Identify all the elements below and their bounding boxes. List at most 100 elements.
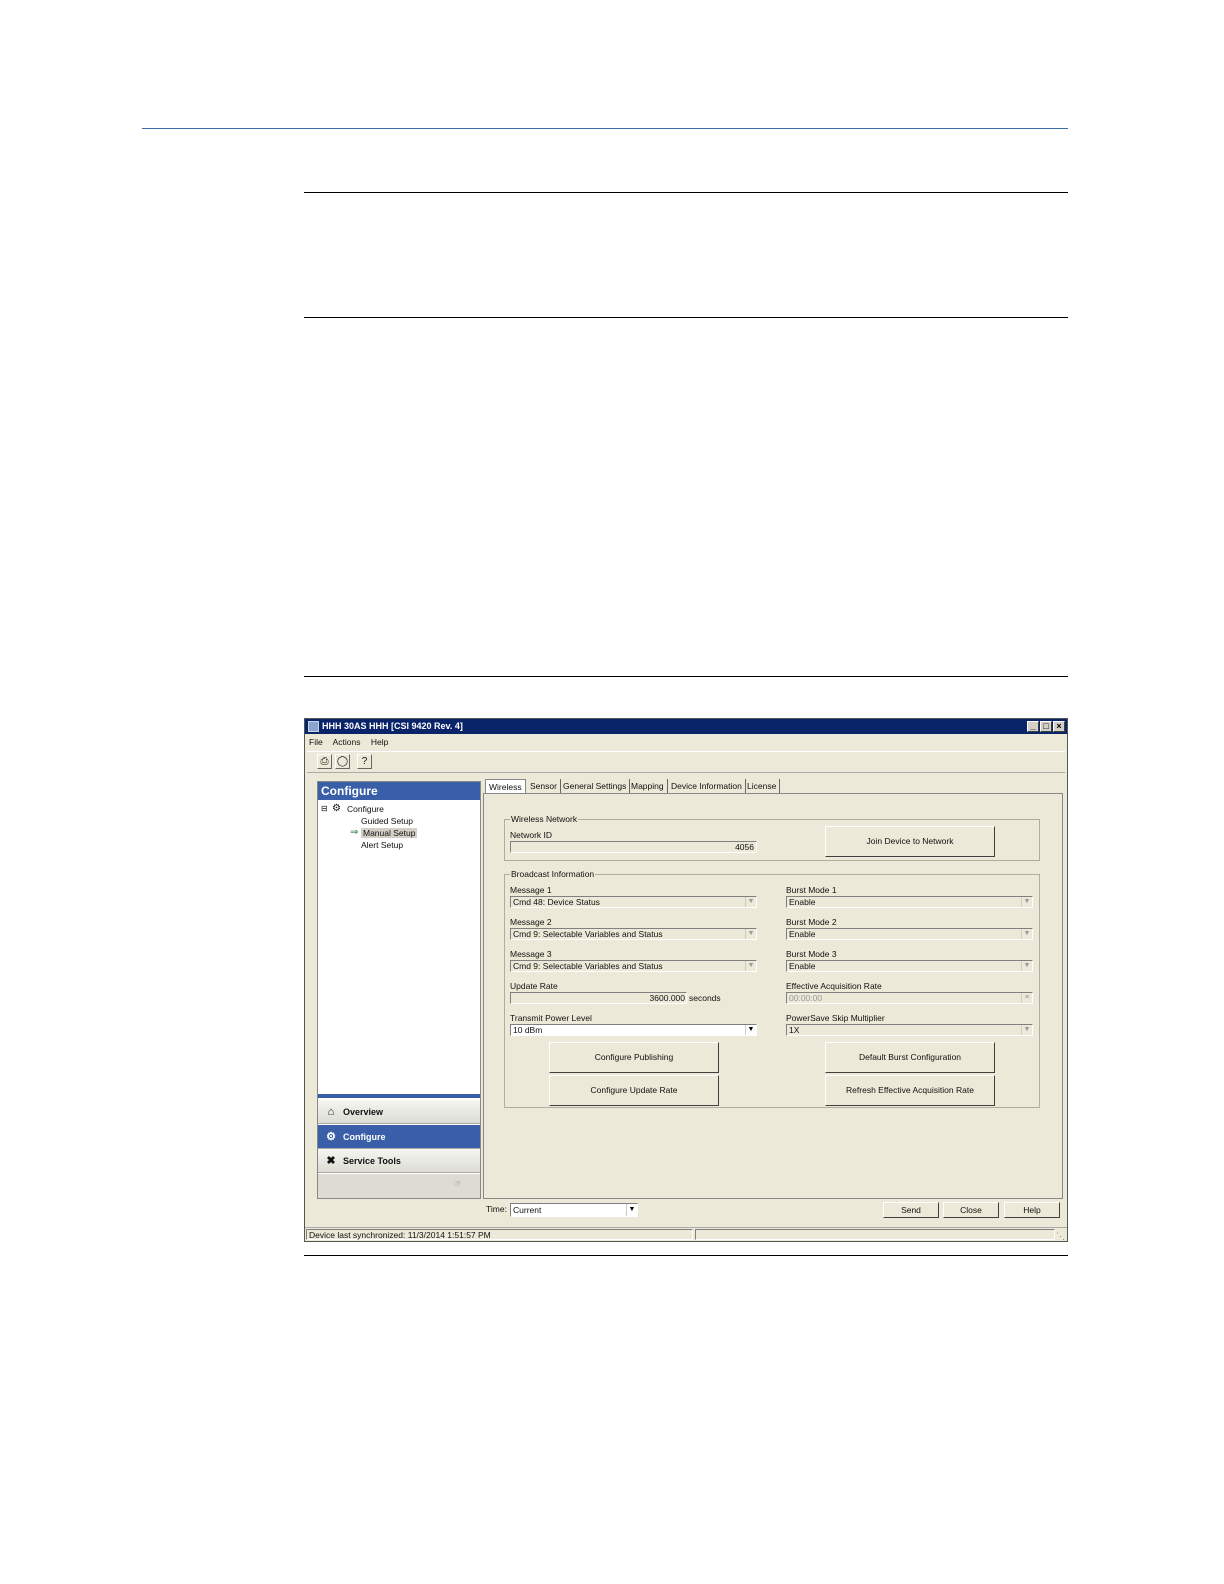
chevron-down-icon: ▼ xyxy=(745,1025,756,1035)
tx-power-select[interactable]: 10 dBm ▼ xyxy=(510,1024,757,1036)
tab-sensor[interactable]: Sensor xyxy=(527,779,561,793)
message3-value: Cmd 9: Selectable Variables and Status xyxy=(513,961,663,971)
resize-grip-icon[interactable]: ⋱ xyxy=(1056,1229,1065,1241)
tab-wireless[interactable]: Wireless xyxy=(485,779,526,794)
send-button[interactable]: Send xyxy=(883,1202,939,1218)
arrow-right-icon: ⇒ xyxy=(350,827,359,838)
refresh-eff-acq-button[interactable]: Refresh Effective Acquisition Rate xyxy=(825,1075,995,1106)
network-id-label: Network ID xyxy=(510,830,553,840)
nav-overview-button[interactable]: ⌂ Overview xyxy=(318,1100,480,1124)
update-rate-label: Update Rate xyxy=(510,981,558,991)
burst3-select[interactable]: Enable ▼ xyxy=(786,960,1033,972)
message3-select[interactable]: Cmd 9: Selectable Variables and Status ▼ xyxy=(510,960,757,972)
wireless-tab-panel: Wireless Network Network ID 4056 Join De… xyxy=(483,793,1063,1199)
default-burst-button[interactable]: Default Burst Configuration xyxy=(825,1042,995,1073)
tab-device-information[interactable]: Device Information xyxy=(668,779,746,793)
figure-bottom-rule xyxy=(304,1255,1068,1256)
tree-item-manual-setup[interactable]: Manual Setup xyxy=(361,828,418,838)
nav-service-tools-button[interactable]: ✖ Service Tools xyxy=(318,1149,480,1173)
tx-power-label: Transmit Power Level xyxy=(510,1013,592,1023)
nav-configure-button[interactable]: ⚙ Configure xyxy=(318,1125,480,1149)
broadcast-info-title: Broadcast Information xyxy=(510,869,596,879)
tab-license[interactable]: License xyxy=(744,779,781,793)
chevron-down-icon: ▼ xyxy=(1021,897,1032,907)
tree-expander-icon[interactable]: ⊟ xyxy=(321,804,328,813)
message1-value: Cmd 48: Device Status xyxy=(513,897,600,907)
header-rule xyxy=(142,128,1068,129)
eff-acq-field: 00:00:00 ≡ xyxy=(786,992,1033,1004)
title-bar: HHH 30AS HHH [CSI 9420 Rev. 4] _ □ × xyxy=(305,719,1067,734)
burst2-select[interactable]: Enable ▼ xyxy=(786,928,1033,940)
overview-icon: ⌂ xyxy=(327,1106,335,1118)
network-id-value: 4056 xyxy=(735,842,754,852)
menu-help[interactable]: Help xyxy=(371,737,388,747)
menu-actions[interactable]: Actions xyxy=(333,737,361,747)
app-icon xyxy=(308,721,319,732)
print-icon[interactable]: ⎙ xyxy=(317,754,332,769)
tree-root[interactable]: Configure xyxy=(347,804,384,814)
configure-publishing-button[interactable]: Configure Publishing xyxy=(549,1042,719,1073)
message1-select[interactable]: Cmd 48: Device Status ▼ xyxy=(510,896,757,908)
message2-select[interactable]: Cmd 9: Selectable Variables and Status ▼ xyxy=(510,928,757,940)
help-icon[interactable]: ? xyxy=(357,754,372,769)
status-cell-secondary xyxy=(695,1229,1055,1240)
tab-general-settings[interactable]: General Settings xyxy=(560,779,631,793)
time-label: Time: xyxy=(486,1204,507,1214)
message3-label: Message 3 xyxy=(510,949,552,959)
update-rate-unit: seconds xyxy=(689,993,721,1003)
burst1-label: Burst Mode 1 xyxy=(786,885,837,895)
configure-update-rate-button[interactable]: Configure Update Rate xyxy=(549,1075,719,1106)
burst1-select[interactable]: Enable ▼ xyxy=(786,896,1033,908)
chevron-down-icon: ▼ xyxy=(1021,929,1032,939)
powersave-value: 1X xyxy=(789,1025,800,1035)
pin-icon[interactable]: ☞ xyxy=(453,1179,462,1190)
pane-splitter[interactable] xyxy=(318,1094,480,1098)
network-id-field[interactable]: 4056 xyxy=(510,841,757,853)
tab-mapping[interactable]: Mapping xyxy=(628,779,668,793)
service-tools-icon: ✖ xyxy=(326,1155,336,1167)
close-window-button[interactable]: × xyxy=(1053,721,1065,732)
maximize-button[interactable]: □ xyxy=(1040,721,1052,732)
app-window: HHH 30AS HHH [CSI 9420 Rev. 4] _ □ × Fil… xyxy=(304,718,1068,1242)
status-bar: Device last synchronized: 11/3/2014 1:51… xyxy=(305,1227,1067,1241)
tree-item-alert-setup[interactable]: Alert Setup xyxy=(361,840,403,850)
print-preview-icon[interactable]: ◯ xyxy=(335,754,350,769)
toolbar: ⎙ ◯ ? xyxy=(307,751,1065,773)
time-select[interactable]: Current ▼ xyxy=(510,1203,638,1217)
burst2-label: Burst Mode 2 xyxy=(786,917,837,927)
chevron-down-icon: ▼ xyxy=(745,897,756,907)
chevron-down-icon: ▼ xyxy=(626,1204,637,1216)
chevron-down-icon: ▼ xyxy=(745,961,756,971)
burst1-value: Enable xyxy=(789,897,816,907)
chevron-down-icon: ▼ xyxy=(745,929,756,939)
spinner-icon: ≡ xyxy=(1021,993,1032,1003)
help-button[interactable]: Help xyxy=(1004,1202,1060,1218)
join-device-button[interactable]: Join Device to Network xyxy=(825,826,995,857)
tree-item-guided-setup[interactable]: Guided Setup xyxy=(361,816,413,826)
window-title: HHH 30AS HHH [CSI 9420 Rev. 4] xyxy=(322,721,463,731)
close-button[interactable]: Close xyxy=(943,1202,999,1218)
message1-label: Message 1 xyxy=(510,885,552,895)
update-rate-field[interactable]: 3600.000 xyxy=(510,992,687,1004)
menu-bar: File Actions Help xyxy=(309,737,396,749)
menu-file[interactable]: File xyxy=(309,737,323,747)
broadcast-info-group: Broadcast Information Message 1 Cmd 48: … xyxy=(504,869,1040,1108)
tx-power-value: 10 dBm xyxy=(513,1025,543,1035)
minimize-button[interactable]: _ xyxy=(1027,721,1039,732)
nav-service-tools-label: Service Tools xyxy=(343,1156,401,1166)
wireless-network-title: Wireless Network xyxy=(510,814,579,824)
message2-value: Cmd 9: Selectable Variables and Status xyxy=(513,929,663,939)
chevron-down-icon: ▼ xyxy=(1021,961,1032,971)
nav-configure-label: Configure xyxy=(343,1132,386,1142)
eff-acq-value: 00:00:00 xyxy=(789,993,823,1003)
powersave-select[interactable]: 1X ▼ xyxy=(786,1024,1033,1036)
nav-pane: Configure ⊟ ⚙ Configure Guided Setup ⇒ M… xyxy=(317,781,481,1199)
section-rule-1 xyxy=(304,192,1068,193)
powersave-label: PowerSave Skip Multiplier xyxy=(786,1013,885,1023)
section-rule-3 xyxy=(304,676,1068,677)
status-text: Device last synchronized: 11/3/2014 1:51… xyxy=(309,1230,491,1240)
burst3-label: Burst Mode 3 xyxy=(786,949,837,959)
eff-acq-label: Effective Acquisition Rate xyxy=(786,981,882,991)
tree-root-icon: ⚙ xyxy=(332,803,341,814)
message2-label: Message 2 xyxy=(510,917,552,927)
